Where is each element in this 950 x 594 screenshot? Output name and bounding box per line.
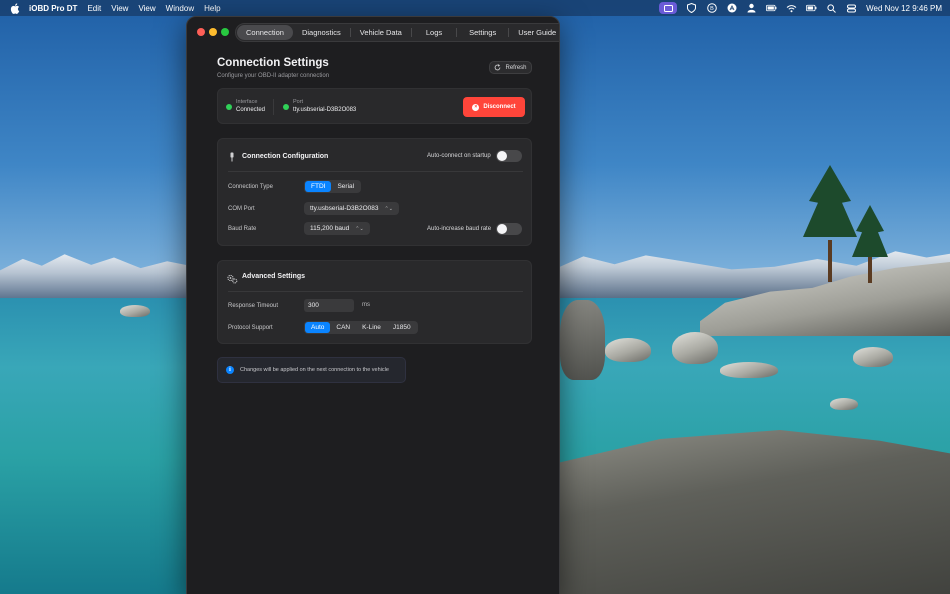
window-minimize-button[interactable]	[209, 28, 217, 36]
response-timeout-label: Response Timeout	[228, 303, 279, 309]
auto-baud-label: Auto-increase baud rate	[427, 226, 492, 232]
auto-connect-label: Auto-connect on startup	[427, 153, 491, 159]
com-port-label: COM Port	[228, 206, 255, 212]
protocol-selector: Auto CAN K-Line J1850	[304, 321, 418, 334]
connection-type-selector: FTDI Serial	[304, 180, 362, 193]
wallpaper-rock	[560, 300, 605, 380]
menu-view-2[interactable]: View	[138, 4, 155, 13]
section-divider	[228, 291, 523, 292]
connection-configuration-title: Connection Configuration	[242, 153, 329, 160]
menu-help[interactable]: Help	[204, 4, 220, 13]
spotlight-search-icon[interactable]	[826, 3, 837, 13]
wallpaper-foreground-rock	[560, 430, 950, 594]
interface-value: Connected	[236, 107, 266, 113]
menu-view[interactable]: View	[111, 4, 128, 13]
wifi-icon[interactable]	[786, 3, 797, 13]
protocol-can[interactable]: CAN	[330, 322, 356, 333]
response-timeout-unit: ms	[362, 302, 370, 308]
tab-settings[interactable]: Settings	[457, 25, 508, 40]
window-titlebar[interactable]: Connection Diagnostics Vehicle Data Logs…	[187, 17, 559, 47]
auto-connect-toggle[interactable]	[496, 150, 522, 162]
protocol-j1850[interactable]: J1850	[387, 322, 417, 333]
app-window: Connection Diagnostics Vehicle Data Logs…	[186, 16, 560, 594]
wallpaper-tree-trunk	[868, 255, 872, 283]
window-zoom-button[interactable]	[221, 28, 229, 36]
connection-type-label: Connection Type	[228, 184, 273, 190]
connection-type-ftdi[interactable]: FTDI	[305, 181, 332, 192]
port-value: tty.usbserial-D3B2O083	[293, 107, 357, 113]
info-icon: i	[226, 366, 234, 374]
wallpaper-rock	[672, 332, 718, 364]
interface-label: Interface	[236, 99, 258, 105]
refresh-icon	[495, 64, 501, 71]
screen-mirror-icon[interactable]	[659, 2, 678, 14]
tab-diagnostics[interactable]: Diagnostics	[293, 25, 350, 40]
tab-bar: Connection Diagnostics Vehicle Data Logs…	[235, 23, 559, 42]
baud-rate-select[interactable]: 115,200 baud ⌃⌄	[304, 222, 370, 235]
app-name-menu[interactable]: iOBD Pro DT	[29, 4, 77, 13]
chevron-updown-icon: ⌃⌄	[355, 225, 364, 232]
tab-user-guide[interactable]: User Guide	[509, 25, 559, 40]
control-center-icon[interactable]	[846, 3, 857, 13]
com-port-select[interactable]: tty.usbserial-D3B2O083 ⌃⌄	[304, 202, 399, 215]
advanced-settings-card: Advanced Settings Response Timeout 300 m…	[217, 260, 532, 344]
chevron-updown-icon: ⌃⌄	[384, 205, 393, 212]
info-note-text: Changes will be applied on the next conn…	[240, 367, 389, 373]
advanced-settings-title: Advanced Settings	[242, 273, 306, 280]
disconnect-label: Disconnect	[483, 104, 516, 110]
protocol-auto[interactable]: Auto	[305, 322, 331, 333]
page-subtitle: Configure your OBD-II adapter connection	[217, 73, 330, 79]
svg-text:B: B	[710, 6, 714, 12]
disconnect-icon: ×	[472, 103, 480, 111]
badge-icon[interactable]: B	[706, 3, 717, 13]
baud-rate-label: Baud Rate	[228, 226, 257, 232]
wallpaper-rock	[120, 305, 150, 317]
interface-status-indicator	[226, 104, 232, 110]
com-port-value: tty.usbserial-D3B2O083	[310, 205, 379, 212]
connection-settings-page: Connection Settings Configure your OBD-I…	[187, 47, 559, 594]
info-note: i Changes will be applied on the next co…	[217, 357, 406, 383]
toggle-knob	[497, 151, 507, 161]
app-store-icon[interactable]	[726, 3, 737, 13]
wallpaper-rock	[830, 398, 858, 410]
toggle-knob	[497, 224, 507, 234]
connector-plug-icon	[228, 152, 238, 162]
protocol-k-line[interactable]: K-Line	[356, 322, 387, 333]
wallpaper-rock	[853, 347, 893, 367]
protocol-support-label: Protocol Support	[228, 325, 273, 331]
wallpaper-rock	[720, 362, 778, 378]
refresh-label: Refresh	[505, 64, 527, 71]
disconnect-button[interactable]: × Disconnect	[463, 97, 525, 117]
menu-edit[interactable]: Edit	[87, 4, 101, 13]
auto-baud-toggle[interactable]	[496, 223, 522, 235]
menubar-clock[interactable]: Wed Nov 12 9:46 PM	[866, 4, 942, 13]
port-status-indicator	[283, 104, 289, 110]
tab-logs[interactable]: Logs	[412, 25, 456, 40]
section-divider	[228, 171, 523, 172]
page-title: Connection Settings	[217, 57, 329, 69]
status-divider	[273, 99, 274, 115]
apple-menu-icon[interactable]	[10, 2, 20, 14]
shield-icon[interactable]	[686, 3, 697, 13]
menu-bar: iOBD Pro DT Edit View View Window Help B	[0, 0, 950, 16]
battery-status-icon[interactable]	[806, 3, 817, 13]
response-timeout-input[interactable]: 300	[304, 299, 354, 312]
port-label: Port	[293, 99, 304, 105]
refresh-button[interactable]: Refresh	[489, 61, 532, 74]
user-icon[interactable]	[746, 3, 757, 13]
connection-type-serial[interactable]: Serial	[331, 181, 360, 192]
tab-vehicle-data[interactable]: Vehicle Data	[351, 25, 411, 40]
tab-connection[interactable]: Connection	[237, 25, 293, 40]
wallpaper-rock	[605, 338, 651, 362]
wallpaper-tree-trunk	[828, 240, 832, 282]
window-close-button[interactable]	[197, 28, 205, 36]
gears-icon	[227, 274, 238, 284]
connection-status-card: Interface Connected Port tty.usbserial-D…	[217, 88, 532, 124]
battery-icon[interactable]	[766, 3, 777, 13]
connection-configuration-card: Connection Configuration Auto-connect on…	[217, 138, 532, 246]
menu-window[interactable]: Window	[166, 4, 194, 13]
baud-rate-value: 115,200 baud	[310, 225, 350, 232]
